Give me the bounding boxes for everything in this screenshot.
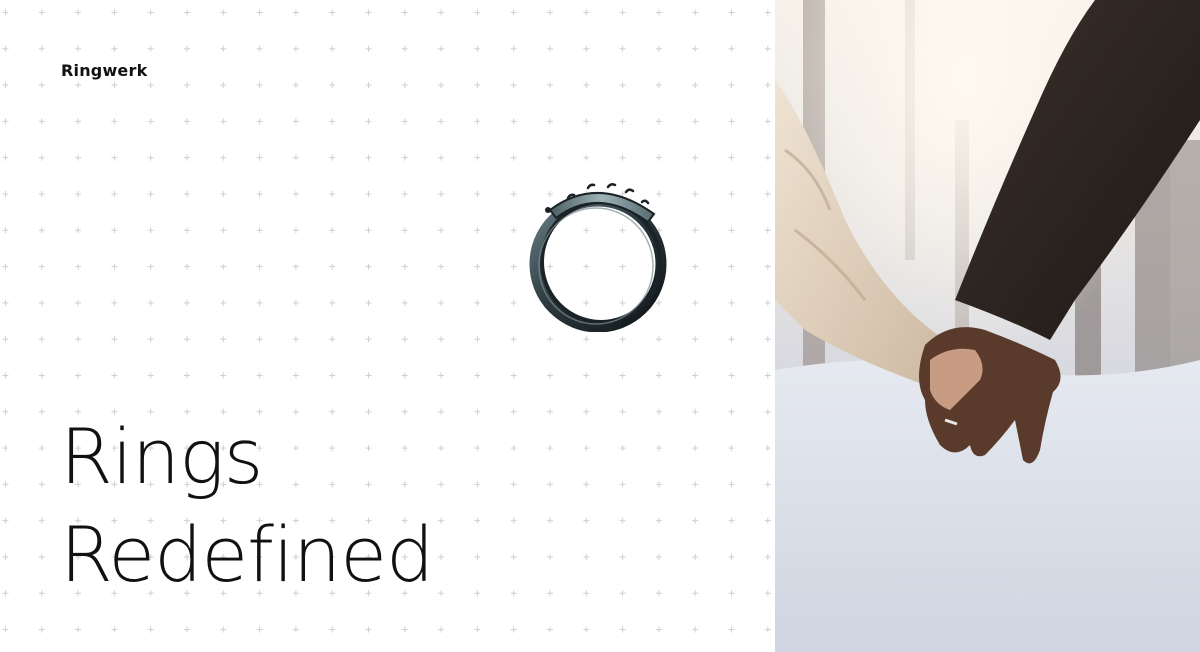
headline-line-2: Redefined (60, 510, 434, 599)
hero-headline: Rings Redefined (60, 408, 434, 604)
landing-page: Ringwerk Rings Redefined (0, 0, 1200, 652)
smart-ring-image (529, 183, 667, 332)
hero-section: Ringwerk Rings Redefined (0, 0, 775, 652)
hand-holding-photo (775, 0, 1200, 652)
brand-logo-link[interactable]: Ringwerk (61, 61, 147, 80)
headline-line-1: Rings (60, 412, 263, 501)
